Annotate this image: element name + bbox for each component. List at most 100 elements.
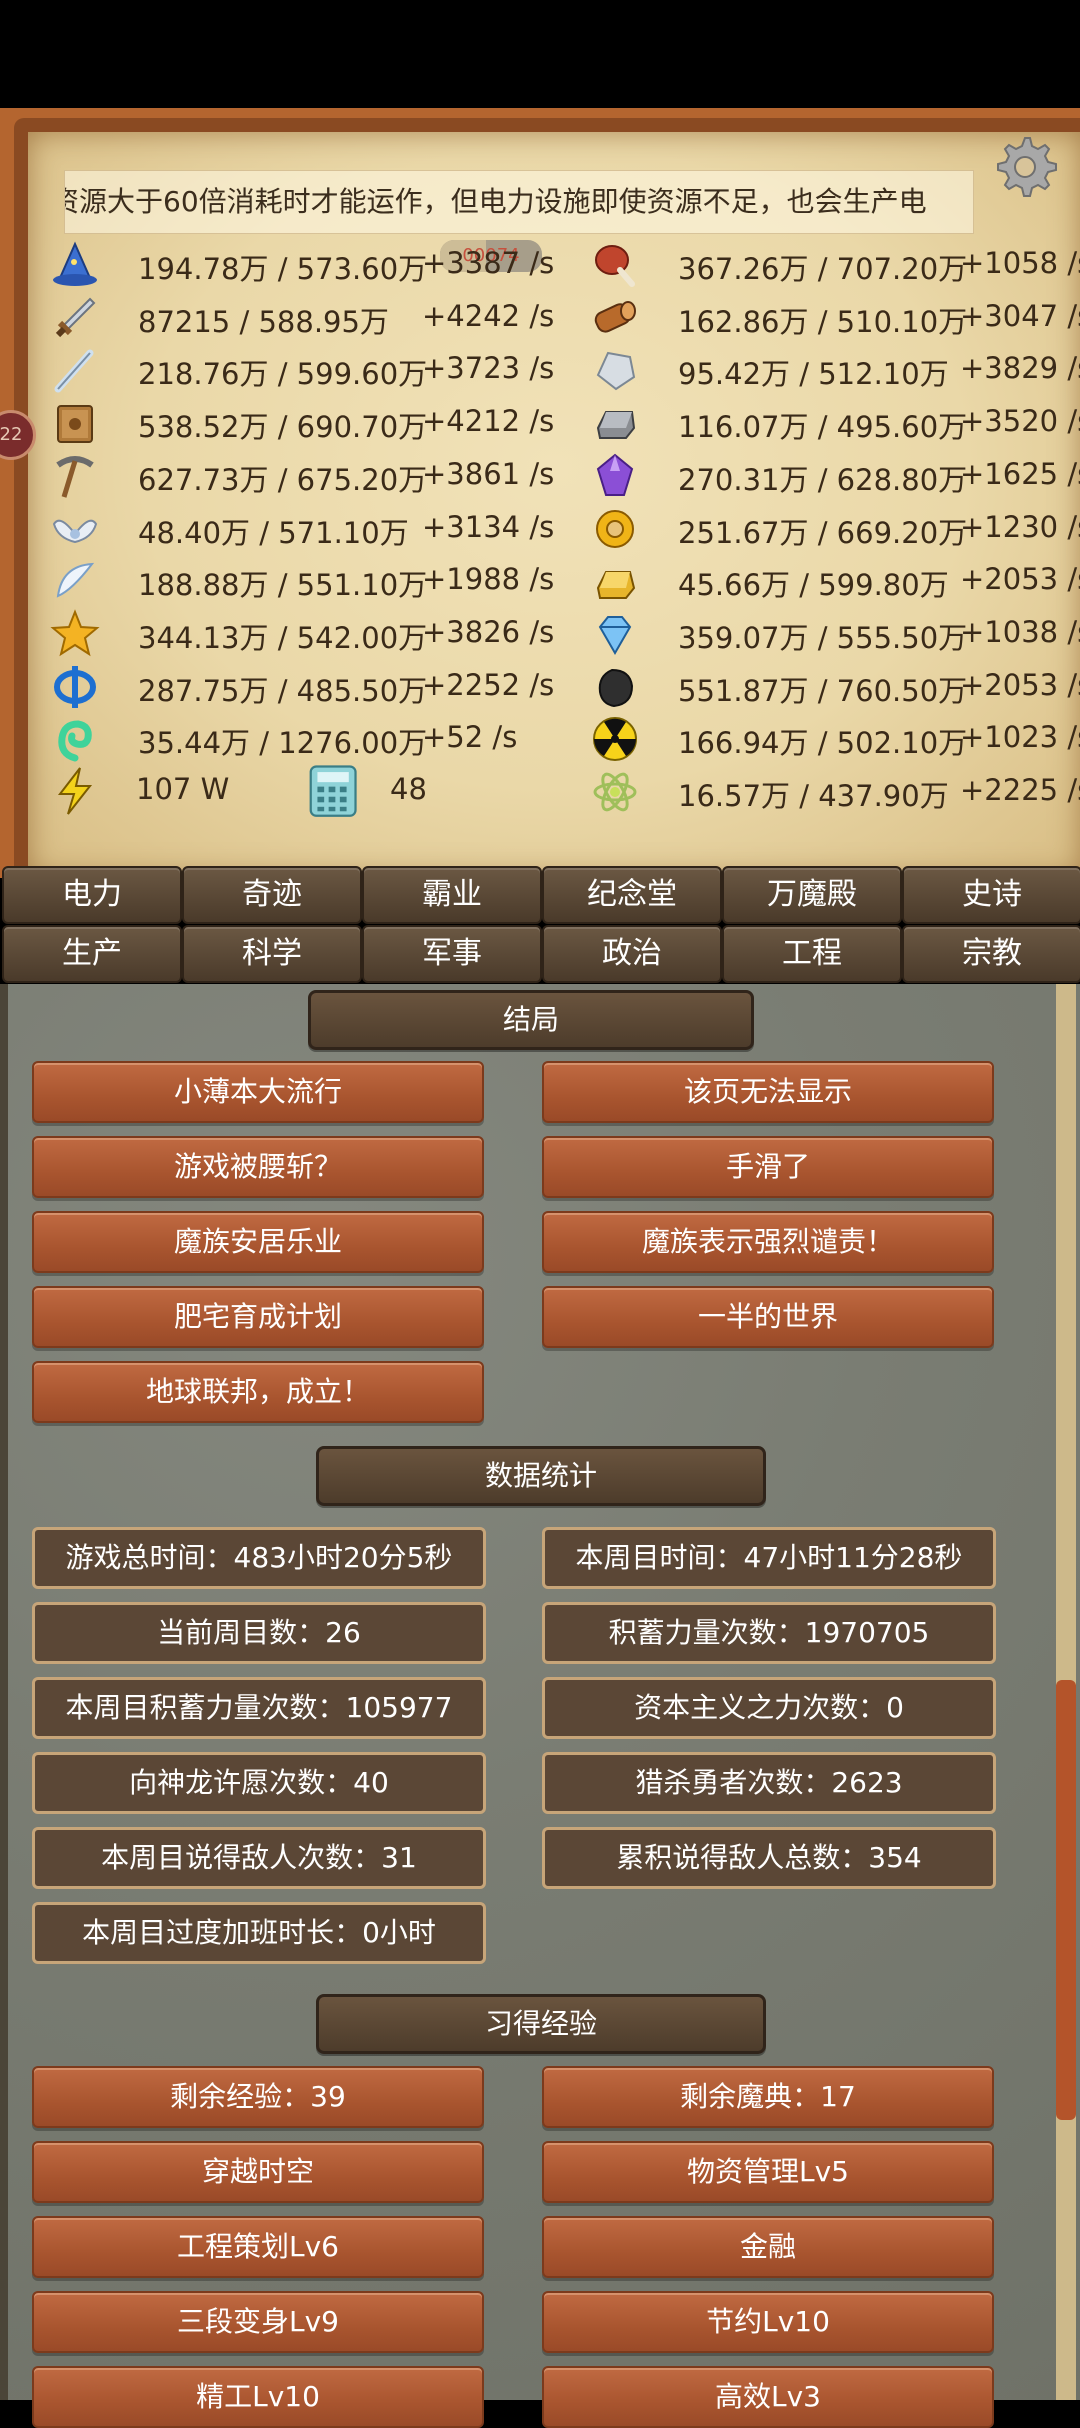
tab-tabs_row1-3[interactable]: 纪念堂 <box>542 866 722 924</box>
tab-tabs_row1-1[interactable]: 奇迹 <box>182 866 362 924</box>
ending-button[interactable]: 肥宅育成计划 <box>32 1286 484 1348</box>
stat-item: 资本主义之力次数：0 <box>542 1677 996 1739</box>
resource-rate: +2252 /s <box>422 667 555 702</box>
power-value: 107 W <box>136 772 230 806</box>
book-icon <box>57 405 93 444</box>
ending-button[interactable]: 该页无法显示 <box>542 1061 994 1123</box>
resource-amount: 270.31万 / 628.80万 <box>678 462 968 497</box>
resource-amount: 194.78万 / 573.60万 <box>138 252 428 286</box>
section-header-stats: 数据统计 <box>316 1446 766 1506</box>
resource-rate: +1023 /s <box>960 720 1080 755</box>
tab-tabs_row2-0[interactable]: 生产 <box>2 925 182 983</box>
tab-tabs_row2-3[interactable]: 政治 <box>542 925 722 983</box>
wand-icon <box>54 349 94 393</box>
resource-amount: 45.66万 / 599.80万 <box>678 568 949 603</box>
resource-amount: 188.88万 / 551.10万 <box>138 568 428 603</box>
coal-icon <box>598 668 634 707</box>
resource-amount: 218.76万 / 599.60万 <box>138 357 428 392</box>
atom-icon <box>593 772 637 812</box>
resource-amount: 344.13万 / 542.00万 <box>138 620 428 655</box>
resource-rate: +3134 /s <box>422 509 555 544</box>
feather-icon <box>56 563 95 598</box>
ticker-message: 资源大于60倍消耗时才能运作，但电力设施即使资源不足，也会生产电 <box>64 170 974 234</box>
exp-button[interactable]: 工程策划Lv6 <box>32 2216 484 2278</box>
resource-rate: +3723 /s <box>422 351 555 386</box>
purple-gem-icon <box>596 453 634 496</box>
gold-ring-icon <box>596 509 634 548</box>
exp-button[interactable]: 金融 <box>542 2216 994 2278</box>
star-icon <box>50 609 100 657</box>
resource-amount: 48.40万 / 571.10万 <box>138 515 409 550</box>
ending-button[interactable]: 小薄本大流行 <box>32 1061 484 1123</box>
resource-rate: +1038 /s <box>960 614 1080 649</box>
exp-button[interactable]: 剩余经验：39 <box>32 2066 484 2128</box>
wings-icon <box>52 519 98 543</box>
resource-rate: +4212 /s <box>422 404 555 439</box>
resource-amount: 359.07万 / 555.50万 <box>678 620 968 655</box>
tab-tabs_row1-2[interactable]: 霸业 <box>362 866 542 924</box>
ending-button[interactable]: 地球联邦，成立！ <box>32 1361 484 1423</box>
gold-bar-icon <box>596 571 636 600</box>
resource-rate: +1058 /s <box>960 246 1080 280</box>
resource-rate: +52 /s <box>422 720 518 755</box>
diamond-icon <box>598 615 632 655</box>
phi-icon <box>54 665 96 708</box>
iron-ingot-icon <box>596 411 636 440</box>
lightning-icon <box>57 767 93 815</box>
stat-item: 累积说得敌人总数：354 <box>542 1827 996 1889</box>
resource-rate: +2225 /s <box>960 773 1080 807</box>
status-bar <box>0 0 1080 108</box>
exp-button[interactable]: 精工Lv10 <box>32 2366 484 2428</box>
calculator-value: 48 <box>390 772 427 806</box>
resource-amount: 35.44万 / 1276.00万 <box>138 726 428 761</box>
pickaxe-icon <box>56 455 94 498</box>
stat-item: 当前周目数：26 <box>32 1602 486 1664</box>
resource-amount: 116.07万 / 495.60万 <box>678 410 968 445</box>
tab-tabs_row1-0[interactable]: 电力 <box>2 866 182 924</box>
tab-tabs_row2-2[interactable]: 军事 <box>362 925 542 983</box>
tab-tabs_row2-4[interactable]: 工程 <box>722 925 902 983</box>
tab-tabs_row1-5[interactable]: 史诗 <box>902 866 1080 924</box>
resource-rate: +1625 /s <box>960 456 1080 491</box>
section-header-endings: 结局 <box>308 990 754 1050</box>
exp-button[interactable]: 物资管理Lv5 <box>542 2141 994 2203</box>
scrollbar-thumb[interactable] <box>1056 1680 1076 2120</box>
tab-tabs_row2-5[interactable]: 宗教 <box>902 925 1080 983</box>
tab-tabs_row2-1[interactable]: 科学 <box>182 925 362 983</box>
exp-button[interactable]: 剩余魔典：17 <box>542 2066 994 2128</box>
tab-tabs_row1-4[interactable]: 万魔殿 <box>722 866 902 924</box>
calculator-icon[interactable] <box>304 762 360 818</box>
resource-amount: 87215 / 588.95万 <box>138 304 389 339</box>
resource-rate: +3387 /s <box>422 246 555 280</box>
resource-amount: 551.87万 / 760.50万 <box>678 673 968 708</box>
stat-item: 游戏总时间：483小时20分5秒 <box>32 1527 486 1589</box>
resource-amount: 166.94万 / 502.10万 <box>678 726 968 761</box>
exp-button[interactable]: 穿越时空 <box>32 2141 484 2203</box>
spiral-icon <box>58 720 92 762</box>
ending-button[interactable]: 游戏被腰斩？ <box>32 1136 484 1198</box>
content-border <box>0 984 8 2400</box>
radiation-icon <box>593 717 637 762</box>
stat-item: 本周目过度加班时长：0小时 <box>32 1902 486 1964</box>
stone-icon <box>596 352 636 391</box>
exp-button[interactable]: 节约Lv10 <box>542 2291 994 2353</box>
resource-amount: 162.86万 / 510.10万 <box>678 304 968 339</box>
resource-rate: +4242 /s <box>422 298 555 333</box>
exp-button[interactable]: 三段变身Lv9 <box>32 2291 484 2353</box>
stat-item: 本周目时间：47小时11分28秒 <box>542 1527 996 1589</box>
settings-gear-icon[interactable] <box>990 132 1060 202</box>
stat-item: 猎杀勇者次数：2623 <box>542 1752 996 1814</box>
ending-button[interactable]: 魔族安居乐业 <box>32 1211 484 1273</box>
ending-button[interactable]: 魔族表示强烈谴责！ <box>542 1211 994 1273</box>
ending-button[interactable]: 一半的世界 <box>542 1286 994 1348</box>
stat-item: 向神龙许愿次数：40 <box>32 1752 486 1814</box>
ending-button[interactable]: 手滑了 <box>542 1136 994 1198</box>
resource-rate: +3829 /s <box>960 351 1080 386</box>
sword-icon <box>55 297 96 337</box>
section-header-exp: 习得经验 <box>316 1994 766 2054</box>
resource-rate: +3826 /s <box>422 614 555 649</box>
resource-amount: 538.52万 / 690.70万 <box>138 410 428 445</box>
exp-button[interactable]: 高效Lv3 <box>542 2366 994 2428</box>
resource-rate: +3861 /s <box>422 456 555 491</box>
resource-amount: 627.73万 / 675.20万 <box>138 462 428 497</box>
